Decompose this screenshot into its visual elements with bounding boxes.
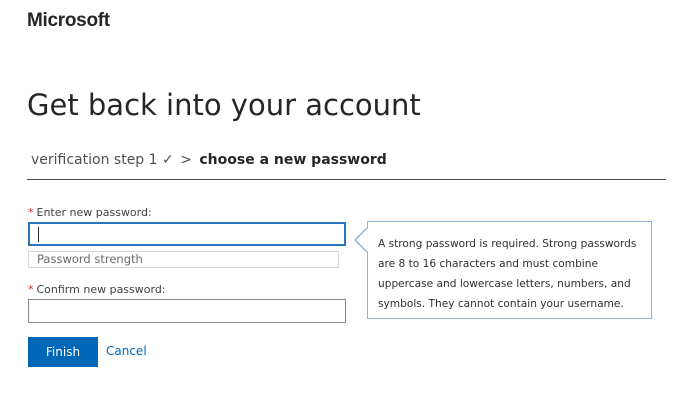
tooltip-line: A strong password is required. Strong pa… bbox=[378, 238, 637, 250]
confirm-password-label: * Confirm new password: bbox=[28, 283, 166, 296]
cancel-link[interactable]: Cancel bbox=[106, 344, 147, 358]
checkmark-icon: ✓ bbox=[162, 152, 174, 168]
page-title: Get back into your account bbox=[27, 88, 421, 122]
tooltip-line: symbols. They cannot contain your userna… bbox=[378, 298, 624, 310]
finish-button[interactable]: Finish bbox=[28, 337, 98, 367]
password-strength-meter: Password strength bbox=[28, 251, 339, 268]
text-caret bbox=[38, 227, 39, 242]
tooltip-line: uppercase and lowercase letters, numbers… bbox=[378, 278, 631, 290]
tooltip-line: are 8 to 16 characters and must combine bbox=[378, 258, 598, 270]
tooltip-pointer-fill bbox=[356, 228, 368, 252]
required-marker: * bbox=[28, 283, 34, 296]
new-password-label: * Enter new password: bbox=[28, 206, 152, 219]
chevron-right-icon: > bbox=[180, 152, 192, 168]
confirm-password-label-text: Confirm new password: bbox=[36, 283, 166, 296]
confirm-password-input[interactable] bbox=[28, 299, 346, 323]
password-requirements-tooltip: A strong password is required. Strong pa… bbox=[367, 221, 652, 319]
microsoft-logo: Microsoft bbox=[27, 10, 110, 31]
new-password-input[interactable] bbox=[28, 222, 346, 246]
new-password-label-text: Enter new password: bbox=[36, 206, 152, 219]
step-current: choose a new password bbox=[199, 152, 387, 168]
step-verification: verification step 1 bbox=[31, 152, 158, 168]
recover-account-page: Microsoft Get back into your account ver… bbox=[0, 0, 683, 407]
breadcrumb: verification step 1 ✓ > choose a new pas… bbox=[31, 152, 387, 168]
divider bbox=[27, 179, 666, 180]
required-marker: * bbox=[28, 206, 34, 219]
